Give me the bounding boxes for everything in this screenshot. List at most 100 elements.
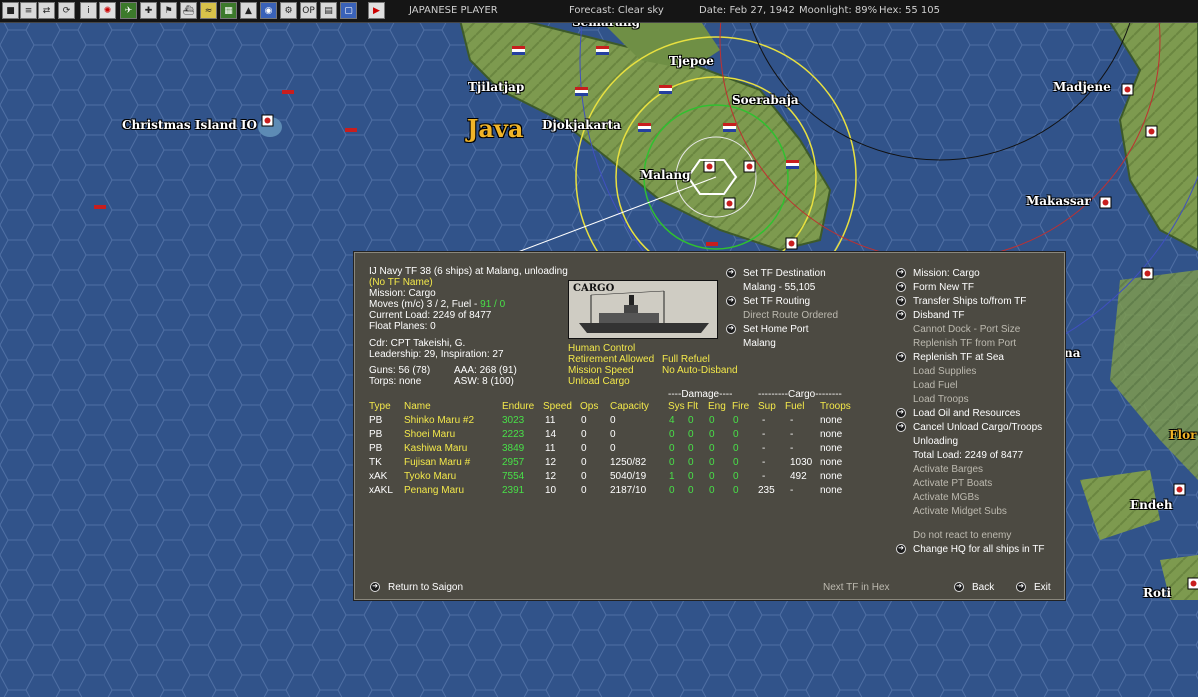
load-oil-arrow-icon[interactable]: ➜	[896, 408, 906, 418]
activate-barges-label: Activate Barges	[913, 464, 984, 475]
set-home-port-button[interactable]: Set Home Port	[743, 324, 809, 335]
cell-sys: 0	[669, 443, 675, 454]
col-sup[interactable]: Sup	[758, 401, 776, 412]
human-control-toggle[interactable]: Human Control	[568, 343, 635, 354]
cell-fire: 0	[733, 485, 739, 496]
route-icon[interactable]: ⇄	[38, 2, 55, 19]
col-capacity[interactable]: Capacity	[610, 401, 649, 412]
col-troops[interactable]: Troops	[820, 401, 851, 412]
cell-speed: 14	[545, 429, 557, 440]
disband-arrow-icon[interactable]: ➜	[896, 310, 906, 320]
rising-sun-icon[interactable]: ✺	[99, 2, 116, 19]
form-new-tf-button[interactable]: Form New TF	[913, 282, 974, 293]
info-icon[interactable]: i	[80, 2, 97, 19]
full-refuel-toggle[interactable]: Full Refuel	[662, 354, 710, 365]
globe-icon[interactable]: ◉	[260, 2, 277, 19]
replenish-sea-arrow-icon[interactable]: ➜	[896, 352, 906, 362]
cell-name[interactable]: Shoei Maru	[404, 429, 455, 440]
change-hq-arrow-icon[interactable]: ➜	[896, 544, 906, 554]
op-icon[interactable]: OP	[300, 2, 317, 19]
col-type[interactable]: Type	[369, 401, 391, 412]
tf-name[interactable]: (No TF Name)	[369, 277, 433, 288]
cell-name[interactable]: Fujisan Maru #	[404, 457, 470, 468]
back-arrow-icon[interactable]: ➜	[954, 582, 964, 592]
col-sys[interactable]: Sys	[668, 401, 685, 412]
destination-value: Malang - 55,105	[743, 282, 816, 293]
cell-name[interactable]: Tyoko Maru	[404, 471, 456, 482]
cell-type: PB	[369, 429, 383, 440]
cell-eng: 0	[709, 471, 715, 482]
activate-pt-label: Activate PT Boats	[913, 478, 993, 489]
cell-troops: none	[820, 457, 843, 468]
cell-eng: 0	[709, 457, 715, 468]
map-label-christmas-island: Christmas Island IO	[122, 118, 257, 132]
col-speed[interactable]: Speed	[543, 401, 572, 412]
cell-eng: 0	[709, 443, 715, 454]
cancel-unload-arrow-icon[interactable]: ➜	[896, 422, 906, 432]
load-oil-button[interactable]: Load Oil and Resources	[913, 408, 1020, 419]
transfer-arrow-icon[interactable]: ➜	[896, 296, 906, 306]
sync-icon[interactable]: ⟳	[58, 2, 75, 19]
map-label-roti: Roti	[1143, 586, 1172, 600]
cell-ops: 0	[581, 457, 587, 468]
cell-endure: 7554	[502, 471, 525, 482]
tf-commander[interactable]: Cdr: CPT Takeishi, G.	[369, 338, 465, 349]
set-destination-button[interactable]: Set TF Destination	[743, 268, 826, 279]
set-routing-button[interactable]: Set TF Routing	[743, 296, 810, 307]
home-port-arrow-icon[interactable]: ➜	[726, 324, 736, 334]
terrain-icon[interactable]: ≈	[200, 2, 217, 19]
cell-flt: 0	[688, 457, 694, 468]
cell-type: xAK	[369, 471, 388, 482]
destination-arrow-icon[interactable]: ➜	[726, 268, 736, 278]
col-flt[interactable]: Flt	[687, 401, 698, 412]
map-icon[interactable]: ▦	[220, 2, 237, 19]
replenish-sea-button[interactable]: Replenish TF at Sea	[913, 352, 1004, 363]
report-icon[interactable]: ▤	[320, 2, 337, 19]
cell-name[interactable]: Penang Maru	[404, 485, 464, 496]
tf-current-load: Current Load: 2249 of 8477	[369, 310, 492, 321]
col-fuel[interactable]: Fuel	[785, 401, 804, 412]
col-name[interactable]: Name	[404, 401, 431, 412]
routing-value: Direct Route Ordered	[743, 310, 839, 321]
target-icon[interactable]: ✚	[140, 2, 157, 19]
unload-cargo-toggle[interactable]: Unload Cargo	[568, 376, 630, 387]
retirement-toggle[interactable]: Retirement Allowed	[568, 354, 654, 365]
col-ops[interactable]: Ops	[580, 401, 598, 412]
window-icon[interactable]: ▢	[340, 2, 357, 19]
ship-icon[interactable]: ⛴	[180, 2, 197, 19]
col-eng[interactable]: Eng	[708, 401, 726, 412]
form-tf-arrow-icon[interactable]: ➜	[896, 282, 906, 292]
back-button[interactable]: Back	[972, 582, 994, 593]
cell-sup: -	[762, 429, 766, 440]
aircraft-icon[interactable]: ✈	[120, 2, 137, 19]
exit-arrow-icon[interactable]: ➜	[1016, 582, 1026, 592]
mission-arrow-icon[interactable]: ➜	[896, 268, 906, 278]
disband-tf-button[interactable]: Disband TF	[913, 310, 965, 321]
auto-disband-toggle[interactable]: No Auto-Disband	[662, 365, 738, 376]
mission-speed-toggle[interactable]: Mission Speed	[568, 365, 634, 376]
flag-icon[interactable]: ⚑	[160, 2, 177, 19]
cell-name[interactable]: Kashiwa Maru	[404, 443, 467, 454]
date-label: Date: Feb 27, 1942	[699, 5, 795, 16]
list-icon[interactable]: ≡	[20, 2, 37, 19]
cell-fuel: -	[790, 415, 794, 426]
base-icon[interactable]: ▲	[240, 2, 257, 19]
exit-button[interactable]: Exit	[1034, 582, 1051, 593]
col-fire[interactable]: Fire	[732, 401, 749, 412]
cell-speed: 11	[545, 443, 556, 454]
return-arrow-icon[interactable]: ➜	[370, 582, 380, 592]
mission-button[interactable]: Mission: Cargo	[913, 268, 980, 279]
col-endure[interactable]: Endure	[502, 401, 534, 412]
cell-fuel: -	[790, 429, 794, 440]
move-icon[interactable]: ■	[2, 2, 19, 19]
cell-name[interactable]: Shinko Maru #2	[404, 415, 474, 426]
tf-guns: Guns: 56 (78)	[369, 365, 431, 376]
activate-midget-label: Activate Midget Subs	[913, 506, 1007, 517]
transfer-ships-button[interactable]: Transfer Ships to/from TF	[913, 296, 1026, 307]
end-turn-icon[interactable]: ▶	[368, 2, 385, 19]
cancel-unload-button[interactable]: Cancel Unload Cargo/Troops	[913, 422, 1042, 433]
return-to-saigon-button[interactable]: Return to Saigon	[388, 582, 463, 593]
routing-arrow-icon[interactable]: ➜	[726, 296, 736, 306]
change-hq-button[interactable]: Change HQ for all ships in TF	[913, 544, 1045, 555]
settings-icon[interactable]: ⚙	[280, 2, 297, 19]
